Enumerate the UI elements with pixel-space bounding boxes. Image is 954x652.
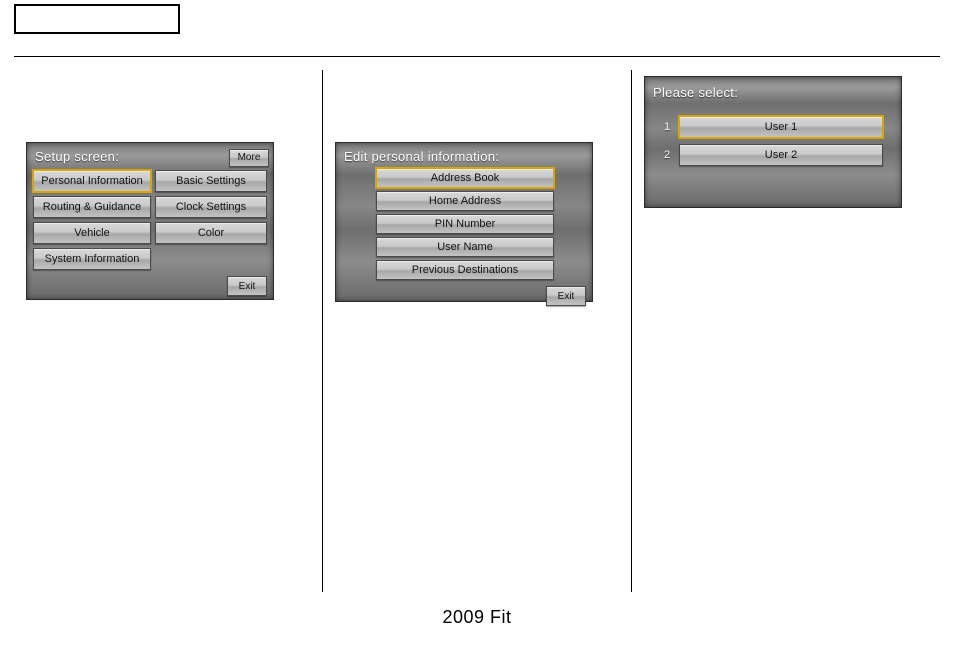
address-book-button[interactable]: Address Book bbox=[376, 168, 554, 188]
setup-screen-panel: Setup screen: More Personal Information … bbox=[26, 142, 274, 300]
user-1-button[interactable]: User 1 bbox=[679, 116, 883, 138]
user-2-button[interactable]: User 2 bbox=[679, 144, 883, 166]
column-1: Setup screen: More Personal Information … bbox=[14, 70, 322, 592]
color-button[interactable]: Color bbox=[155, 222, 267, 244]
more-button[interactable]: More bbox=[229, 149, 269, 167]
setup-screen-title: Setup screen: bbox=[27, 143, 127, 168]
edit-personal-info-title: Edit personal information: bbox=[336, 143, 592, 168]
clock-settings-button[interactable]: Clock Settings bbox=[155, 196, 267, 218]
user-name-button[interactable]: User Name bbox=[376, 237, 554, 257]
system-information-button[interactable]: System Information bbox=[33, 248, 151, 270]
routing-guidance-button[interactable]: Routing & Guidance bbox=[33, 196, 151, 218]
edit-personal-info-panel: Edit personal information: Address Book … bbox=[335, 142, 593, 302]
column-2: Edit personal information: Address Book … bbox=[322, 70, 631, 592]
row-number-1: 1 bbox=[663, 121, 671, 133]
footer-text: 2009 Fit bbox=[0, 607, 954, 628]
column-3: Please select: 1 User 1 2 User 2 bbox=[631, 70, 940, 592]
personal-information-button[interactable]: Personal Information bbox=[33, 170, 151, 192]
please-select-panel: Please select: 1 User 1 2 User 2 bbox=[644, 76, 902, 208]
columns-layout: Setup screen: More Personal Information … bbox=[14, 70, 940, 592]
edit-exit-button[interactable]: Exit bbox=[546, 286, 586, 306]
basic-settings-button[interactable]: Basic Settings bbox=[155, 170, 267, 192]
vehicle-button[interactable]: Vehicle bbox=[33, 222, 151, 244]
setup-exit-button[interactable]: Exit bbox=[227, 276, 267, 296]
home-address-button[interactable]: Home Address bbox=[376, 191, 554, 211]
top-empty-box bbox=[14, 4, 180, 34]
previous-destinations-button[interactable]: Previous Destinations bbox=[376, 260, 554, 280]
horizontal-rule bbox=[14, 56, 940, 57]
please-select-title: Please select: bbox=[645, 77, 901, 116]
pin-number-button[interactable]: PIN Number bbox=[376, 214, 554, 234]
row-number-2: 2 bbox=[663, 149, 671, 161]
